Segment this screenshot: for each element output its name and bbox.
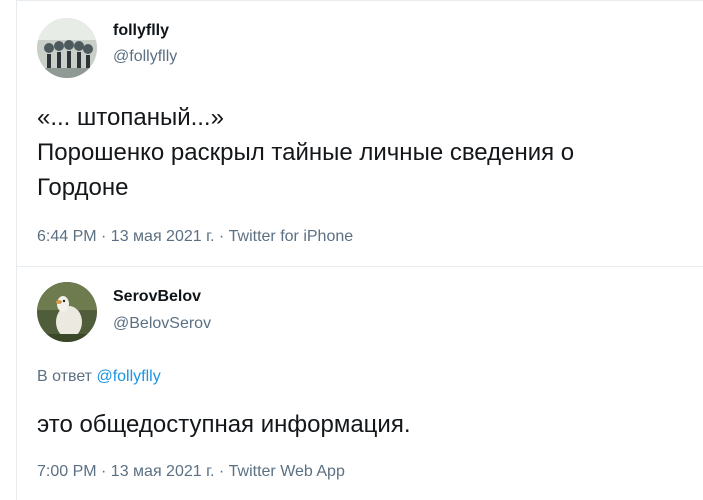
tweet-text-line: «... штопаный...» bbox=[37, 104, 224, 131]
display-name[interactable]: SerovBelov bbox=[113, 288, 201, 306]
tweet-1[interactable]: follyflly @follyflly «... штопаный...» П… bbox=[17, 0, 703, 267]
tweet-text-line: Гордоне bbox=[37, 174, 129, 201]
reply-prefix: В ответ bbox=[37, 368, 93, 385]
tweet-text: «... штопаный...» Порошенко раскрыл тайн… bbox=[37, 100, 687, 205]
tweet-text-line: Порошенко раскрыл тайные личные сведения… bbox=[37, 139, 575, 166]
avatar-serovbelov[interactable] bbox=[37, 282, 97, 342]
display-name[interactable]: follyflly bbox=[113, 22, 169, 40]
tweet-2[interactable]: SerovBelov @BelovSerov В ответ @follyfll… bbox=[17, 267, 703, 500]
tweet-timestamp[interactable]: 6:44 PM · 13 мая 2021 г. · Twitter for i… bbox=[37, 228, 353, 246]
tweet-text: это общедоступная информация. bbox=[37, 411, 411, 438]
reply-to-link[interactable]: @follyflly bbox=[96, 368, 160, 385]
reply-context: В ответ @follyflly bbox=[37, 368, 161, 386]
user-handle[interactable]: @BelovSerov bbox=[113, 315, 211, 333]
tweet-timestamp[interactable]: 7:00 PM · 13 мая 2021 г. · Twitter Web A… bbox=[37, 463, 345, 481]
avatar-follyflly[interactable] bbox=[37, 18, 97, 78]
user-handle[interactable]: @follyflly bbox=[113, 48, 177, 66]
